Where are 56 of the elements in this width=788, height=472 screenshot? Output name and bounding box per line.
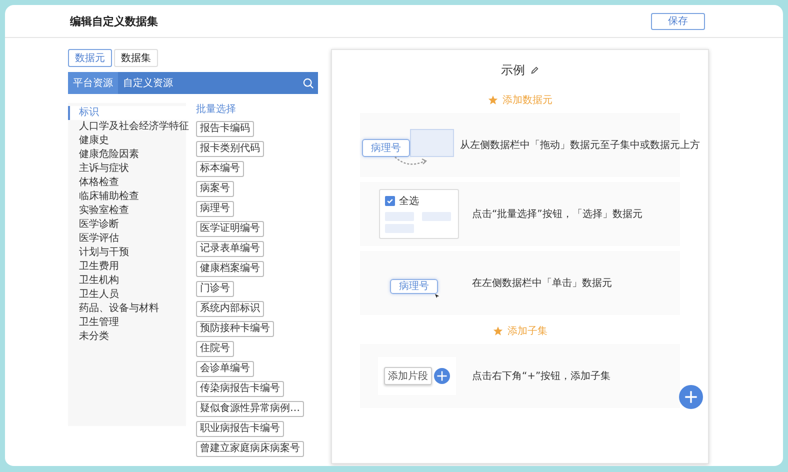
- category-item[interactable]: 标识: [68, 106, 186, 120]
- data-element-tag[interactable]: 会诊单编号: [196, 361, 254, 377]
- data-element-tag[interactable]: 医学证明编号: [196, 221, 264, 237]
- page-title: 编辑自定义数据集: [70, 14, 158, 28]
- save-button[interactable]: 保存: [651, 12, 705, 30]
- category-item[interactable]: 健康危险因素: [68, 148, 186, 162]
- data-element-tag[interactable]: 健康档案编号: [196, 261, 264, 277]
- star-icon: [488, 95, 498, 105]
- category-item[interactable]: 卫生机构: [68, 274, 186, 288]
- category-item[interactable]: 卫生管理: [68, 316, 186, 330]
- step-description: 点击“批量选择”按钮，「选择」数据元: [472, 208, 642, 221]
- batch-select-link[interactable]: 批量选择: [196, 103, 236, 117]
- element-chip: 病理号: [362, 139, 410, 157]
- category-item[interactable]: 医学诊断: [68, 218, 186, 232]
- step-description: 点击右下角“+”按钮，添加子集: [472, 370, 611, 383]
- data-element-tag[interactable]: 曾建立家庭病床病案号: [196, 441, 304, 457]
- cursor-icon: [435, 294, 440, 298]
- data-element-tag[interactable]: 报告卡编码: [196, 121, 254, 137]
- data-element-tag[interactable]: 病案号: [196, 181, 234, 197]
- step-description: 从左侧数据栏中「拖动」数据元至子集中或数据元上方: [460, 138, 700, 152]
- section-heading: 添加子集: [508, 324, 548, 338]
- category-item[interactable]: 健康史: [68, 134, 186, 148]
- pencil-icon[interactable]: [530, 66, 539, 75]
- section-heading: 添加数据元: [502, 94, 552, 107]
- drop-area: [410, 129, 454, 157]
- category-item[interactable]: 计划与干预: [68, 246, 186, 260]
- category-item[interactable]: 卫生人员: [68, 288, 186, 302]
- category-item[interactable]: 未分类: [68, 330, 186, 344]
- data-element-tag[interactable]: 系统内部标识: [196, 301, 264, 317]
- tab[interactable]: 数据元: [68, 49, 112, 67]
- data-element-tag[interactable]: 标本编号: [196, 161, 244, 177]
- element-chip: 病理号: [390, 278, 438, 294]
- step-description: 在左侧数据栏中「单击」数据元: [472, 276, 612, 290]
- data-element-tag[interactable]: 疑似食源性异常病例…: [196, 401, 304, 417]
- data-element-tag[interactable]: 住院号: [196, 341, 234, 357]
- data-element-tag[interactable]: 预防接种卡编号: [196, 321, 274, 337]
- search-icon[interactable]: [303, 78, 314, 88]
- tab[interactable]: 数据集: [114, 49, 158, 67]
- category-item[interactable]: 医学评估: [68, 232, 186, 246]
- data-element-tag[interactable]: 报卡类别代码: [196, 141, 264, 157]
- category-item[interactable]: 体格检查: [68, 176, 186, 190]
- example-title: 示例: [501, 62, 525, 79]
- category-item[interactable]: 药品、设备与材料: [68, 302, 186, 316]
- data-element-tag[interactable]: 记录表单编号: [196, 241, 264, 257]
- star-icon: [492, 326, 502, 336]
- data-element-tag[interactable]: 病理号: [196, 201, 234, 217]
- data-element-tag[interactable]: 职业病报告卡编号: [196, 421, 284, 437]
- plus-icon: [434, 368, 450, 384]
- category-item[interactable]: 主诉与症状: [68, 162, 186, 176]
- resource-tab[interactable]: 自定义资源: [118, 72, 178, 94]
- checkbox-label: 全选: [399, 194, 419, 208]
- data-element-tag[interactable]: 传染病报告卡编号: [196, 381, 284, 397]
- category-item[interactable]: 卫生费用: [68, 260, 186, 274]
- category-item[interactable]: 实验室检查: [68, 204, 186, 218]
- category-item[interactable]: 临床辅助检查: [68, 190, 186, 204]
- data-element-tag[interactable]: 门诊号: [196, 281, 234, 297]
